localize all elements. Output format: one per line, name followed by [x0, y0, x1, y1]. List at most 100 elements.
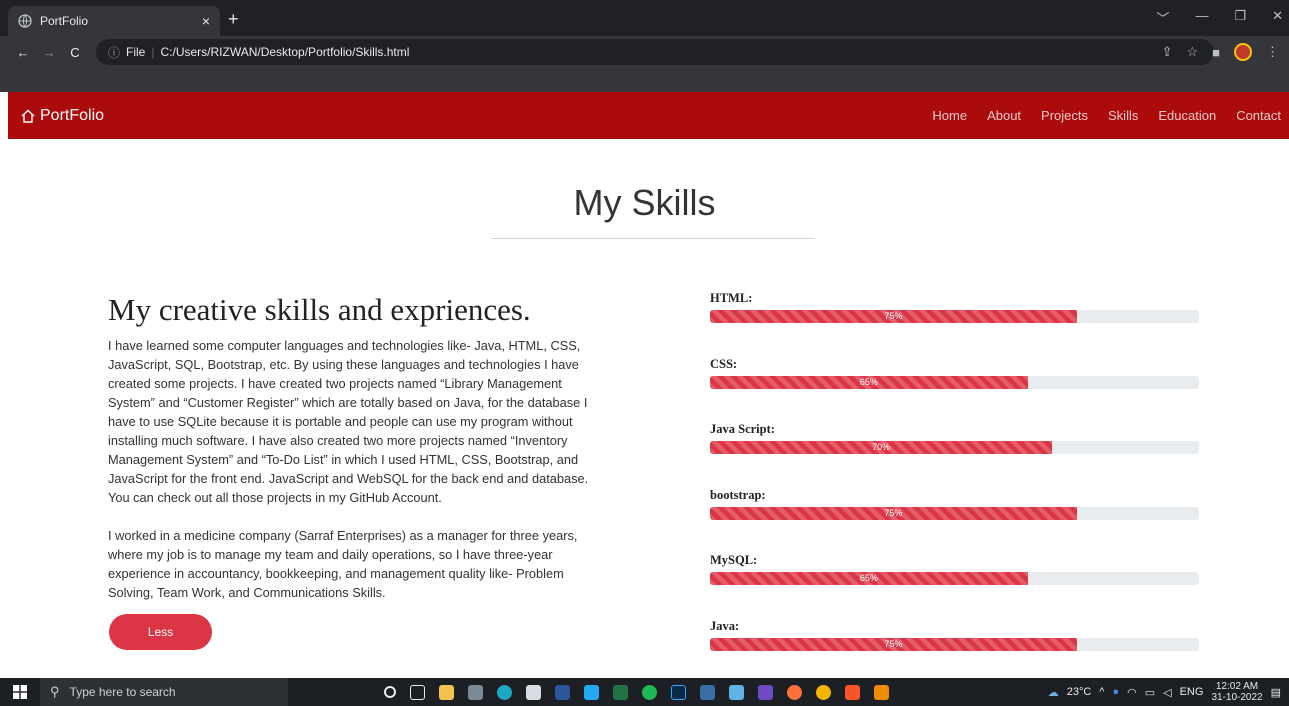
- address-bar[interactable]: ⓘ File | C:/Users/RIZWAN/Desktop/Portfol…: [96, 39, 1214, 65]
- skill-item: CSS: 65%: [710, 357, 1199, 423]
- skill-progress-track: 75%: [710, 310, 1199, 323]
- bluetooth-icon[interactable]: ●: [1112, 686, 1119, 698]
- browser-toolbar: ← → C ⓘ File | C:/Users/RIZWAN/Desktop/P…: [0, 36, 1289, 68]
- globe-icon: [18, 14, 32, 28]
- language-indicator[interactable]: ENG: [1180, 686, 1204, 698]
- skill-item: Java: 75%: [710, 619, 1199, 685]
- skill-progress-bar: 75%: [710, 506, 1077, 520]
- address-scheme: File: [126, 45, 146, 59]
- excel-icon[interactable]: [613, 684, 628, 700]
- windows-start-icon[interactable]: [0, 678, 40, 706]
- search-icon: ⚲: [50, 684, 60, 699]
- wifi-icon[interactable]: ◠: [1127, 686, 1137, 699]
- app-icon[interactable]: [758, 684, 773, 700]
- nav-link-home[interactable]: Home: [932, 108, 967, 123]
- skill-label: Java Script:: [710, 422, 775, 436]
- edge-icon[interactable]: [497, 684, 512, 700]
- nav-link-skills[interactable]: Skills: [1108, 108, 1138, 123]
- brand-name: PortFolio: [40, 106, 105, 124]
- skill-progress-track: 65%: [710, 572, 1199, 585]
- less-button[interactable]: Less: [109, 614, 212, 650]
- site-navbar: PortFolio Home About Projects Skills Edu…: [8, 92, 1289, 139]
- skill-progress-bar: 75%: [710, 310, 1077, 323]
- skill-item: MySQL: 65%: [710, 553, 1199, 619]
- vscode-icon[interactable]: [584, 684, 599, 700]
- file-explorer-icon[interactable]: [439, 684, 454, 700]
- address-separator: |: [151, 45, 155, 59]
- nav-link-education[interactable]: Education: [1158, 108, 1216, 123]
- restore-icon[interactable]: ❐: [1234, 8, 1246, 27]
- nav-link-projects[interactable]: Projects: [1041, 108, 1088, 123]
- nav-link-about[interactable]: About: [987, 108, 1021, 123]
- skill-progress-bar: 75%: [710, 637, 1077, 651]
- cortana-icon[interactable]: [384, 686, 396, 698]
- spotify-icon[interactable]: [642, 684, 657, 700]
- volume-icon[interactable]: ◁: [1163, 686, 1171, 699]
- menu-icon[interactable]: ⋮: [1266, 44, 1279, 60]
- app-icon[interactable]: [700, 684, 715, 700]
- taskbar-search-input[interactable]: ⚲ Type here to search: [40, 678, 288, 706]
- browser-titlebar: PortFolio × + ﹀ — ❐ ✕: [0, 0, 1289, 36]
- window-controls: ﹀ — ❐ ✕: [1156, 8, 1283, 27]
- app-icon[interactable]: [729, 684, 744, 700]
- clock[interactable]: 12:02 AM 31-10-2022: [1211, 681, 1262, 703]
- chrome-icon[interactable]: [816, 684, 831, 700]
- back-icon[interactable]: ←: [12, 45, 34, 60]
- skill-progress-track: 75%: [710, 637, 1199, 651]
- nav-links: Home About Projects Skills Education Con…: [932, 108, 1281, 123]
- intro-heading: My creative skills and expriences.: [108, 292, 531, 327]
- skill-label: CSS:: [710, 356, 738, 371]
- skill-progress-track: 75%: [710, 506, 1199, 520]
- reload-icon[interactable]: C: [64, 45, 86, 60]
- store-icon[interactable]: [526, 684, 541, 700]
- battery-icon[interactable]: ▭: [1145, 686, 1155, 699]
- clock-date: 31-10-2022: [1211, 692, 1263, 703]
- title-divider: [491, 238, 815, 239]
- nav-link-contact[interactable]: Contact: [1236, 108, 1281, 123]
- firefox-icon[interactable]: [787, 684, 802, 700]
- photoshop-icon[interactable]: [671, 684, 686, 700]
- taskbar: ⚲ Type here to search ☁ 23°C ^ ● ◠ ▭ ◁ E…: [0, 678, 1289, 706]
- brave-icon[interactable]: [845, 684, 860, 700]
- calculator-icon[interactable]: [468, 684, 483, 700]
- weather-icon[interactable]: ☁: [1048, 686, 1059, 699]
- skill-label: HTML:: [710, 291, 753, 305]
- intro-paragraph-1: I have learned some computer languages a…: [108, 338, 589, 505]
- sidebar-icon[interactable]: ■: [1212, 45, 1220, 60]
- skill-item: bootstrap: 75%: [710, 488, 1199, 554]
- skill-label: Java:: [710, 618, 740, 633]
- system-tray: ☁ 23°C ^ ● ◠ ▭ ◁ ENG 12:02 AM 31-10-2022…: [1048, 678, 1281, 706]
- clock-time: 12:02 AM: [1215, 681, 1259, 692]
- close-window-icon[interactable]: ✕: [1272, 8, 1283, 27]
- tab-search-icon[interactable]: ﹀: [1156, 8, 1169, 27]
- skill-progress-track: 65%: [710, 375, 1199, 389]
- skill-item: Java Script: 70%: [710, 422, 1199, 488]
- intro-paragraph-2: I worked in a medicine company (Sarraf E…: [108, 528, 578, 600]
- notification-icon[interactable]: ▤: [1271, 686, 1281, 699]
- taskbar-apps: [384, 684, 889, 700]
- skill-progress-bar: 65%: [710, 375, 1028, 389]
- browser-tab[interactable]: PortFolio ×: [8, 6, 220, 36]
- forward-icon[interactable]: →: [38, 45, 60, 60]
- brand-link[interactable]: PortFolio: [20, 107, 104, 125]
- vlc-icon[interactable]: [874, 684, 889, 700]
- task-view-icon[interactable]: [410, 684, 425, 700]
- minimize-icon[interactable]: —: [1195, 8, 1208, 27]
- skill-item: HTML: 75%: [710, 291, 1199, 357]
- page-title: My Skills: [573, 182, 716, 223]
- new-tab-button[interactable]: +: [228, 10, 239, 28]
- skills-list: HTML: 75% CSS: 65% Java Script: 70% boot…: [710, 291, 1199, 684]
- chevron-up-icon[interactable]: ^: [1099, 686, 1104, 698]
- close-icon[interactable]: ×: [202, 13, 210, 29]
- star-icon[interactable]: ☆: [1186, 44, 1198, 60]
- word-icon[interactable]: [555, 684, 570, 700]
- home-icon: [20, 108, 36, 124]
- profile-avatar[interactable]: [1234, 43, 1252, 61]
- share-icon[interactable]: ⇪: [1162, 44, 1173, 60]
- temperature[interactable]: 23°C: [1067, 686, 1092, 698]
- skill-progress-bar: 70%: [710, 441, 1053, 454]
- info-icon[interactable]: ⓘ: [108, 44, 120, 61]
- skill-progress-track: 70%: [710, 441, 1199, 454]
- toolbar-actions: ⇪ ☆ ■ ⋮: [1162, 36, 1279, 68]
- address-path: C:/Users/RIZWAN/Desktop/Portfolio/Skills…: [160, 45, 410, 59]
